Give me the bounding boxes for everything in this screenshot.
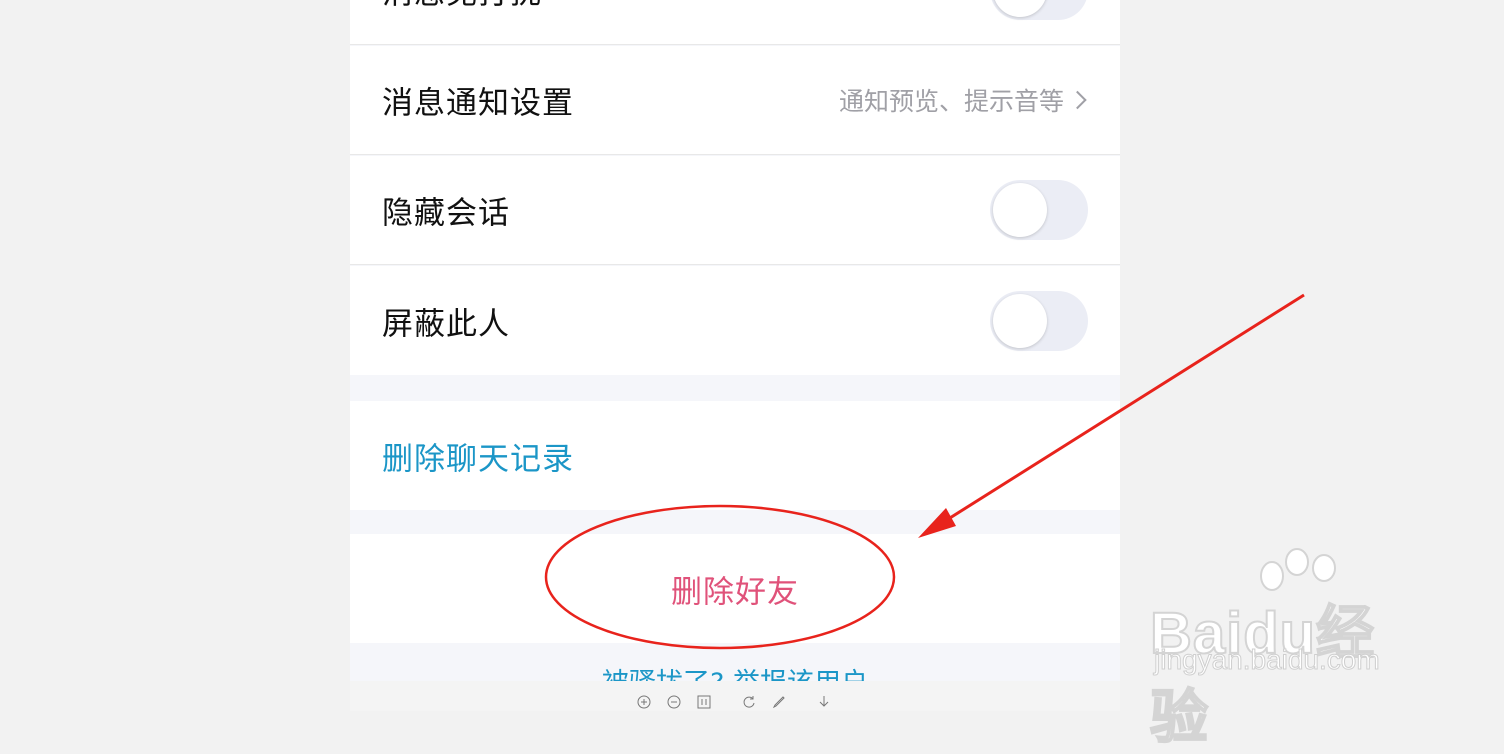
pointer-arrow-line: [933, 293, 1305, 530]
highlight-ellipse: [544, 504, 896, 650]
annotation-overlay: [544, 293, 1305, 650]
pointer-arrow-head: [918, 508, 956, 538]
